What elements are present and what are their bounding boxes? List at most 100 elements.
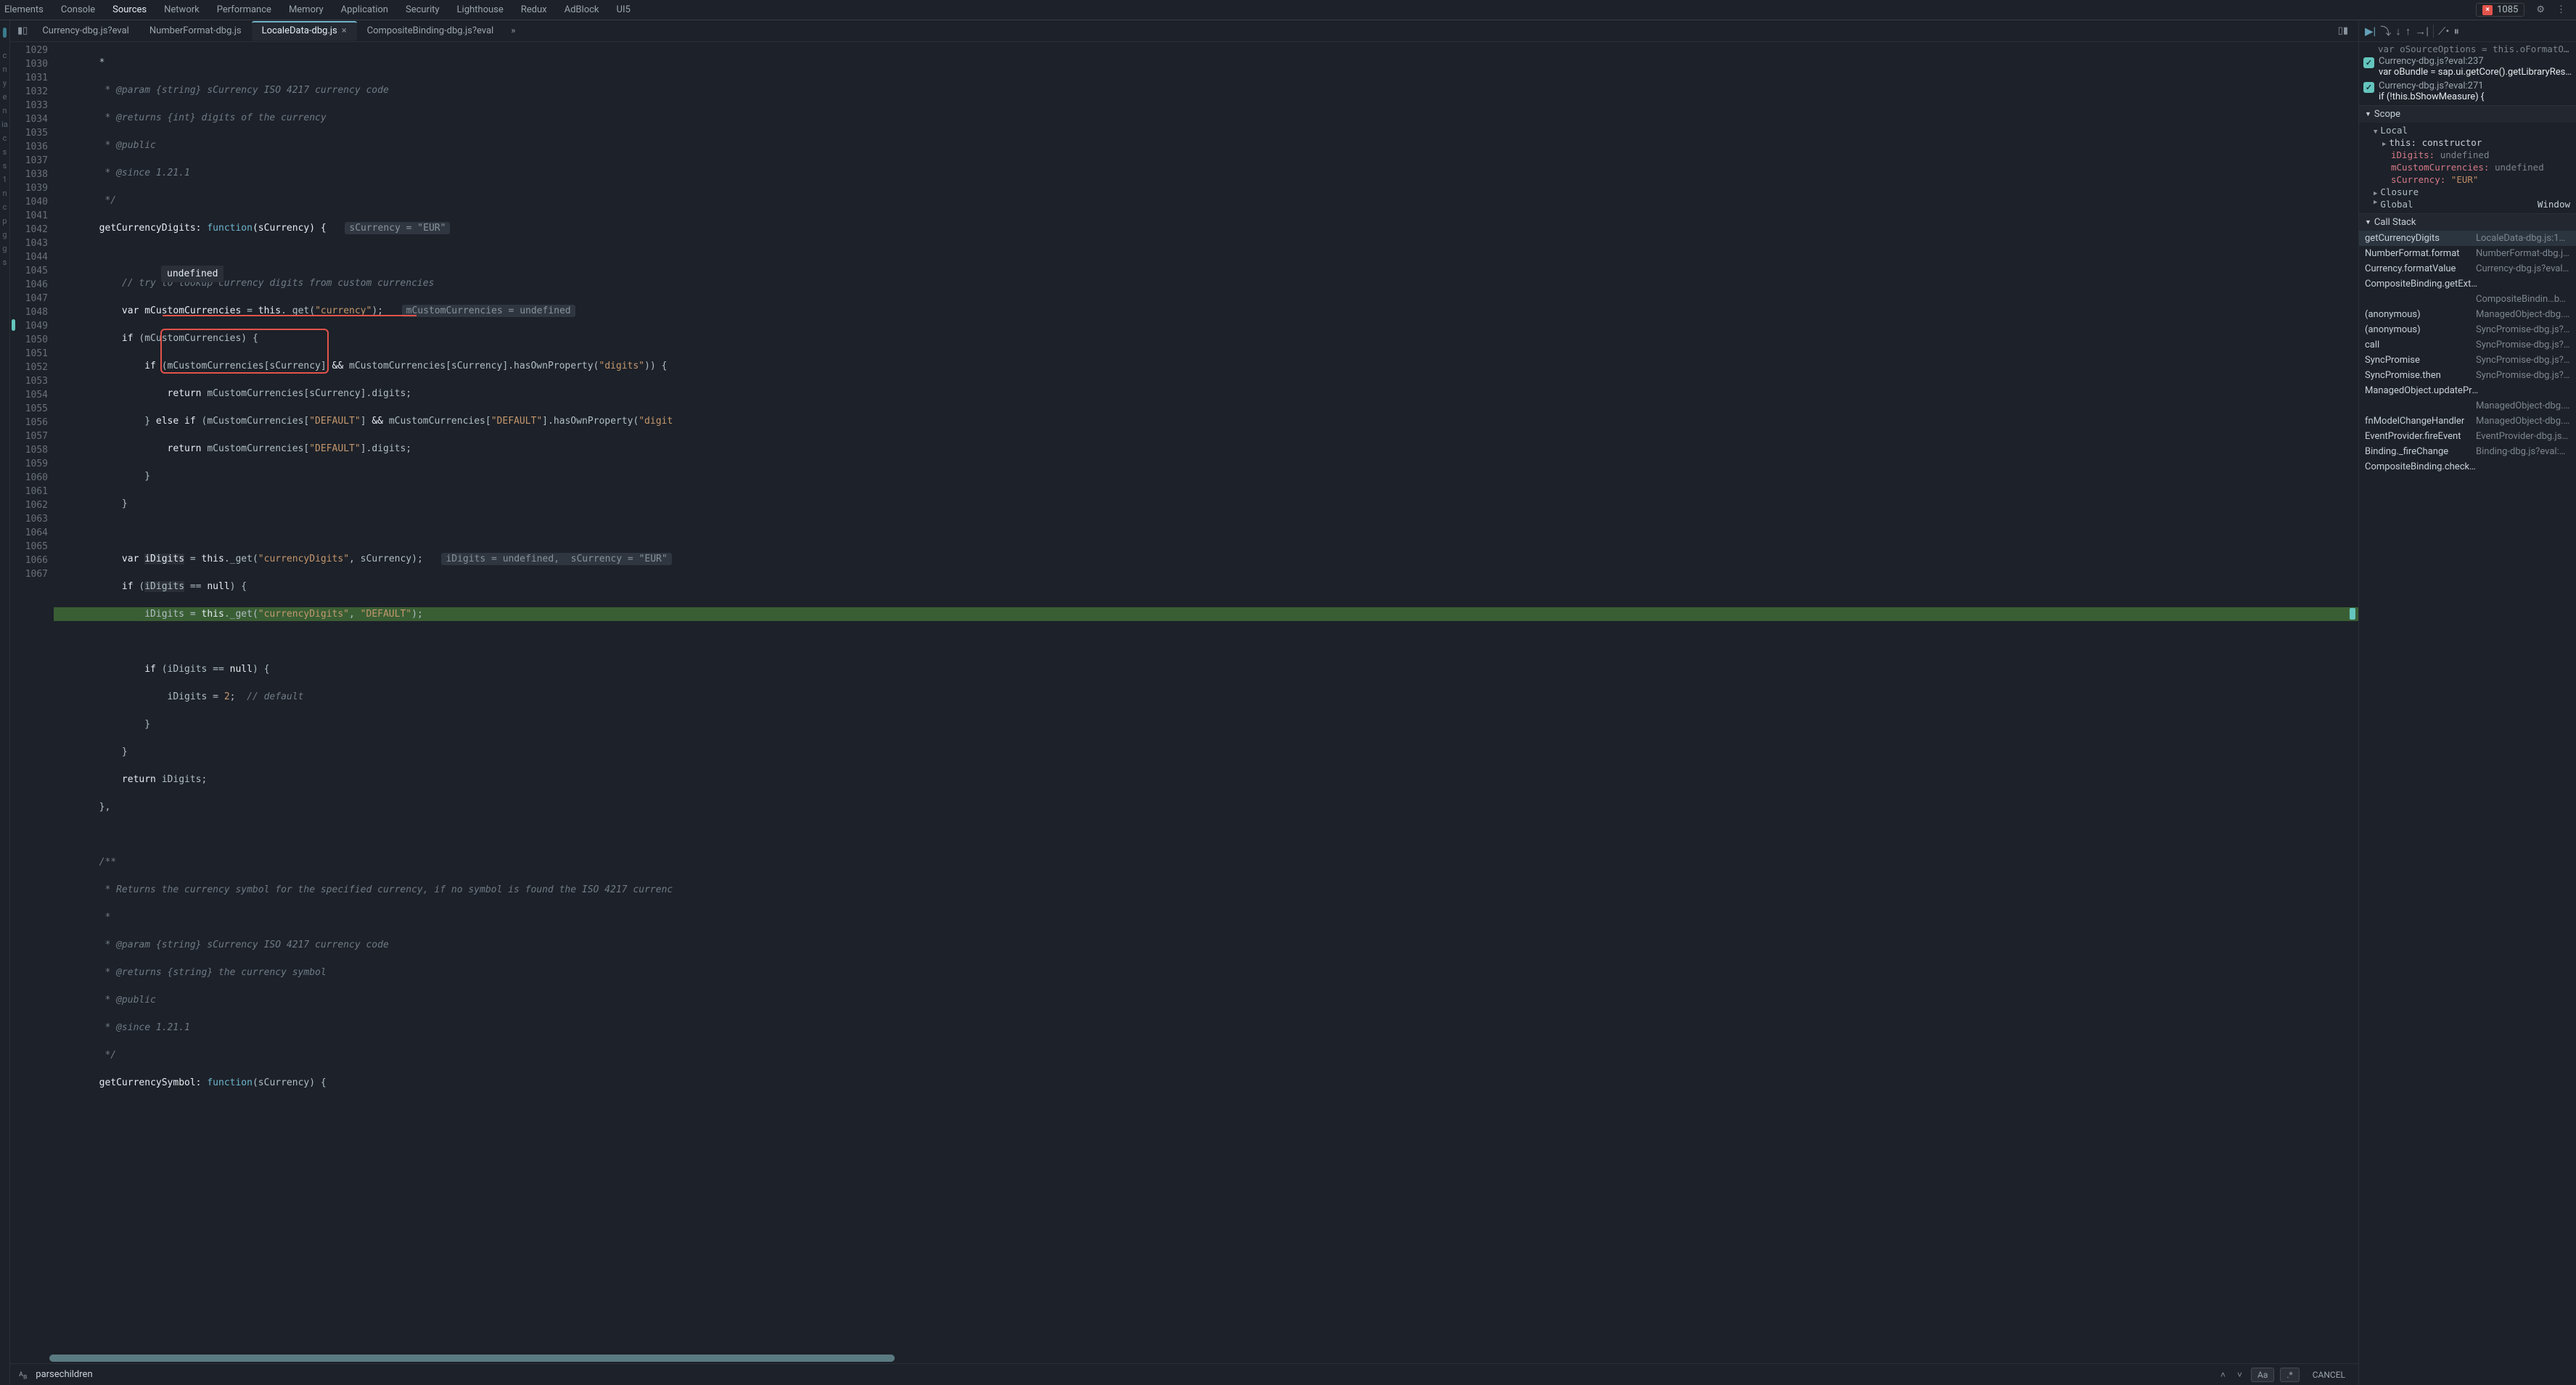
error-count: 1085 (2497, 4, 2518, 15)
watchpoint-loc: Currency-dbg.js?eval:237 (2379, 56, 2572, 67)
callstack-fn: (anonymous) (2365, 324, 2421, 335)
watchpoint-loc: Currency-dbg.js?eval:271 (2379, 81, 2572, 91)
scope-var: iDigits: undefined (2374, 149, 2570, 161)
watchpoints: var oSourceOptions = this.oFormatOptions… (2359, 42, 2576, 105)
scope-var: mCustomCurrencies: undefined (2374, 161, 2570, 173)
callstack-row[interactable]: NumberFormat.formatNumberFormat-dbg.js:1… (2359, 246, 2576, 261)
callstack-row[interactable]: CompositeBinding.getExternalValue (2359, 276, 2576, 292)
main-tab[interactable]: Elements (4, 4, 44, 15)
callstack-loc: Currency-dbg.js?eval:111 (2476, 263, 2570, 274)
close-icon[interactable]: × (342, 25, 347, 36)
main-tab[interactable]: Performance (217, 4, 271, 15)
callstack-row[interactable]: fnModelChangeHandlerManagedObject-dbg.js… (2359, 414, 2576, 429)
callstack-fn: fnModelChangeHandler (2365, 416, 2464, 427)
regex-icon[interactable]: ᴀʙ (16, 1368, 30, 1381)
callstack-row[interactable]: Currency.formatValue Currency-dbg.js?eval… (2359, 261, 2576, 276)
callstack-row[interactable]: (anonymous) SyncPromise-dbg.js?eval:309 (2359, 322, 2576, 337)
main-tab[interactable]: Memory (289, 4, 324, 15)
scope-var: sCurrency: "EUR" (2374, 173, 2570, 186)
callstack-row[interactable]: getCurrencyDigitsLocaleData-dbg.js:1049 (2359, 231, 2576, 246)
scope-section: ▼Scope ▼Local ▶this: constructor iDigits… (2359, 105, 2576, 213)
callstack-row[interactable]: Binding._fireChange Binding-dbg.js?eval:4… (2359, 444, 2576, 459)
callstack-fn: CompositeBinding.getExternalValue (2365, 279, 2481, 289)
more-tabs-icon[interactable]: » (504, 25, 522, 36)
file-tab[interactable]: Currency-dbg.js?eval (32, 21, 139, 41)
prev-match-icon[interactable]: ˄ (2218, 1370, 2228, 1380)
callstack-fn: (anonymous) (2365, 309, 2421, 320)
callstack-fn: CompositeBinding.checkUpdate (2365, 461, 2481, 472)
main-tab[interactable]: Application (341, 4, 388, 15)
inline-value: sCurrency = "EUR" (345, 222, 450, 234)
callstack-fn: getCurrencyDigits (2365, 233, 2440, 244)
scope-closure[interactable]: ▶Closure (2374, 186, 2570, 198)
callstack-loc: SyncPromise-dbg.js?eval:308 (2476, 370, 2570, 381)
main-tab[interactable]: UI5 (617, 4, 631, 15)
debugger-sidebar: ▶| ⤵ ↓ ↑ →| ⟋• ⏸ var oSourceOptions = th… (2358, 20, 2576, 1385)
file-tab[interactable]: NumberFormat-dbg.js (139, 21, 252, 41)
deactivate-bp-icon[interactable]: ⟋• (2438, 25, 2450, 38)
scope-local[interactable]: ▼Local (2374, 124, 2570, 136)
search-cancel-button[interactable]: CANCEL (2305, 1370, 2353, 1380)
callstack-loc: SyncPromise-dbg.js?eval:309 (2476, 324, 2570, 335)
pause-exception-icon[interactable]: ⏸ (2453, 25, 2459, 38)
main-tab[interactable]: Network (164, 4, 200, 15)
file-tab[interactable]: LocaleData-dbg.js× (252, 21, 357, 41)
callstack-loc: SyncPromise-dbg.js?eval:60 (2476, 340, 2570, 350)
callstack-loc: Binding-dbg.js?eval:434 (2476, 446, 2570, 457)
main-tab[interactable]: Lighthouse (457, 4, 504, 15)
watchpoint-row[interactable]: ✓Currency-dbg.js?eval:271if (!this.bShow… (2363, 79, 2572, 104)
error-count-badge[interactable]: × 1085 (2476, 3, 2524, 17)
scope-header[interactable]: ▼Scope (2359, 106, 2576, 123)
regex-toggle[interactable]: .* (2280, 1368, 2299, 1382)
left-gutter-sliver: cnyeniacss1ncpggs (0, 20, 10, 1385)
execution-marker (2350, 608, 2355, 620)
callstack-row[interactable]: callSyncPromise-dbg.js?eval:60 (2359, 337, 2576, 353)
callstack-row[interactable]: CompositeBinding.checkUpdate (2359, 459, 2576, 474)
callstack-row[interactable]: ManagedObject-dbg.js?eval:3656 (2359, 398, 2576, 414)
code-area[interactable]: * * @param {string} sCurrency ISO 4217 c… (54, 42, 2358, 1355)
callstack-row[interactable]: EventProvider.fireEvent EventProvider-dbg… (2359, 429, 2576, 444)
line-gutter: 1029103010311032103310341035103610371038… (10, 42, 54, 1355)
callstack-row[interactable]: (anonymous)ManagedObject-dbg.js?eval:365… (2359, 307, 2576, 322)
main-tab[interactable]: Sources (112, 4, 147, 15)
step-over-icon[interactable]: ⤵ (2380, 23, 2391, 38)
file-tab[interactable]: CompositeBinding-dbg.js?eval (357, 21, 504, 41)
step-into-icon[interactable]: ↓ (2395, 25, 2401, 38)
hover-tooltip: undefined (161, 266, 223, 282)
callstack-loc: CompositeBindin…bg.js?eval:270 (2476, 294, 2570, 305)
underline-annotation (163, 315, 417, 316)
callstack-fn: Binding._fireChange (2365, 446, 2448, 457)
callstack-fn: SyncPromise (2365, 355, 2420, 366)
step-out-icon[interactable]: ↑ (2405, 25, 2411, 38)
callstack-header[interactable]: ▼Call Stack (2359, 214, 2576, 231)
main-tab[interactable]: Console (61, 4, 95, 15)
scope-var[interactable]: ▶this: constructor (2374, 136, 2570, 149)
checkbox-icon[interactable]: ✓ (2363, 82, 2374, 93)
next-match-icon[interactable]: ˅ (2234, 1370, 2245, 1380)
main-tab[interactable]: Security (406, 4, 440, 15)
match-case-toggle[interactable]: Aa (2251, 1368, 2274, 1382)
scope-global[interactable]: ▶GlobalWindow (2374, 198, 2570, 210)
main-tab[interactable]: AdBlock (565, 4, 599, 15)
callstack-fn: EventProvider.fireEvent (2365, 431, 2461, 442)
search-bar: ᴀʙ parsechildren ˄ ˅ Aa .* CANCEL (10, 1363, 2358, 1385)
kebab-icon[interactable]: ⋮ (2556, 4, 2566, 15)
callstack-row[interactable]: ManagedObject.updateProperty (2359, 383, 2576, 398)
error-icon: × (2482, 5, 2493, 15)
callstack-fn: Currency.formatValue (2365, 263, 2456, 274)
sidebar-toggle-icon[interactable]: ▮▯ (13, 25, 32, 36)
callstack-row[interactable]: SyncPromiseSyncPromise-dbg.js?eval:225 (2359, 353, 2576, 368)
gear-icon[interactable]: ⚙ (2536, 4, 2545, 15)
code-editor[interactable]: 1029103010311032103310341035103610371038… (10, 42, 2358, 1355)
main-tab[interactable]: Redux (521, 4, 547, 15)
horizontal-scrollbar[interactable] (10, 1355, 2358, 1363)
resume-icon[interactable]: ▶| (2365, 25, 2376, 38)
checkbox-icon[interactable]: ✓ (2363, 57, 2374, 68)
search-input[interactable]: parsechildren (36, 1369, 340, 1380)
watchpoint-row[interactable]: ✓Currency-dbg.js?eval:237var oBundle = s… (2363, 54, 2572, 79)
panel-toggle-icon[interactable]: ▯▮ (2331, 25, 2355, 36)
callstack-loc: EventProvider-dbg.js?eval:247 (2476, 431, 2570, 442)
callstack-row[interactable]: CompositeBindin…bg.js?eval:270 (2359, 292, 2576, 307)
step-icon[interactable]: →| (2415, 25, 2429, 38)
callstack-row[interactable]: SyncPromise.thenSyncPromise-dbg.js?eval:… (2359, 368, 2576, 383)
